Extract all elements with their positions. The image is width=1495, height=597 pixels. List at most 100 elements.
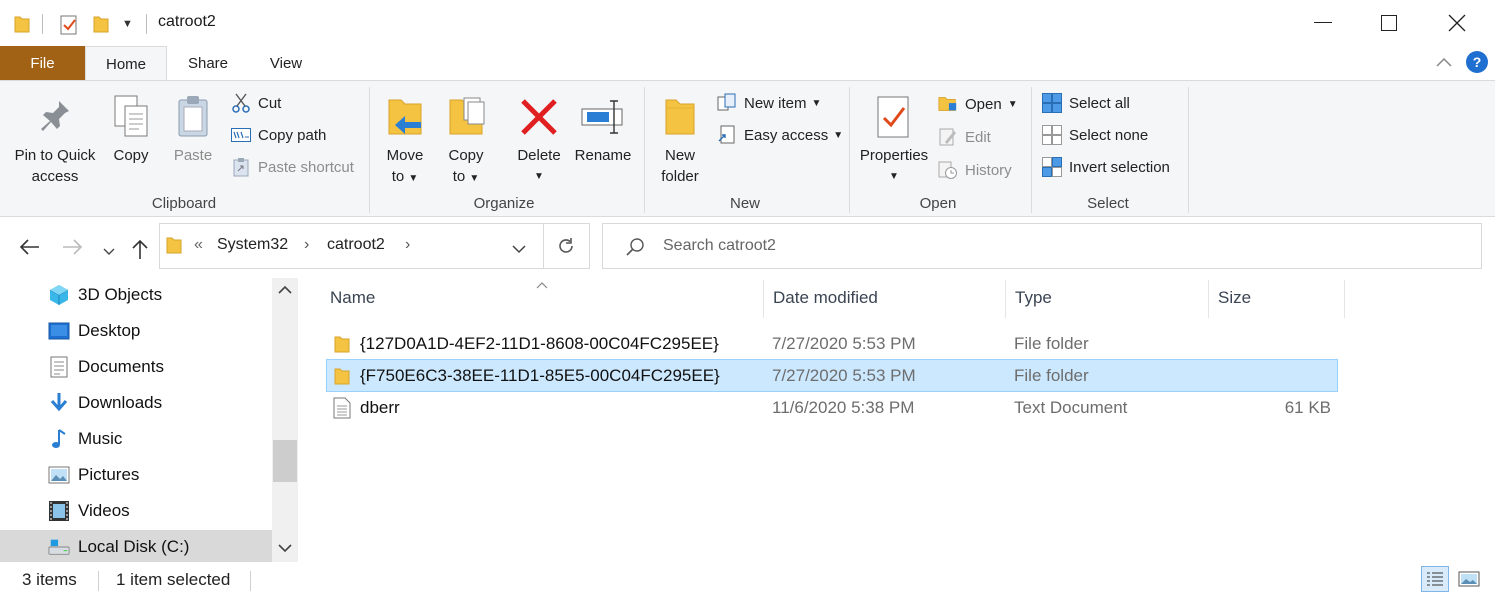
file-name: dberr — [360, 398, 400, 417]
column-header-date-modified[interactable]: Date modified — [773, 288, 878, 312]
ribbon-tabs: File Home Share View — [0, 46, 1495, 81]
paste-shortcut-icon — [231, 157, 251, 177]
scroll-up-icon[interactable] — [278, 284, 292, 298]
column-header-name[interactable]: Name — [330, 288, 375, 312]
breadcrumb-system32[interactable]: System32 — [217, 236, 288, 254]
nav-item-pictures[interactable]: Pictures — [48, 458, 139, 492]
desktop-icon — [48, 320, 70, 342]
file-list: Name Date modified Type Size {127D0A1D-4… — [300, 278, 1495, 562]
nav-item-desktop[interactable]: Desktop — [48, 314, 140, 348]
address-dropdown-icon[interactable] — [512, 241, 526, 258]
cut-button[interactable]: Cut — [231, 91, 281, 115]
tab-file[interactable]: File — [0, 46, 85, 80]
status-bar: 3 items 1 item selected — [0, 562, 1495, 597]
column-header-size[interactable]: Size — [1218, 288, 1251, 312]
edit-button[interactable]: Edit — [938, 125, 991, 149]
scissors-icon — [231, 93, 251, 113]
search-icon — [625, 237, 645, 261]
select-none-icon — [1042, 125, 1062, 145]
status-selection: 1 item selected — [116, 570, 231, 589]
breadcrumb-separator[interactable]: › — [304, 236, 309, 254]
address-bar[interactable]: « System32 › catroot2 › — [159, 223, 590, 269]
collapse-ribbon-icon[interactable] — [1436, 54, 1452, 70]
documents-icon — [48, 356, 70, 378]
large-icons-view-button[interactable] — [1455, 566, 1483, 592]
folder-icon — [334, 334, 350, 358]
history-button[interactable]: History — [938, 158, 1012, 182]
breadcrumb-separator-end[interactable]: › — [405, 236, 410, 254]
select-none-button[interactable]: Select none — [1042, 123, 1148, 147]
paste-shortcut-button[interactable]: Paste shortcut — [231, 155, 354, 179]
nav-item-music[interactable]: Music — [48, 422, 122, 456]
nav-item-downloads[interactable]: Downloads — [48, 386, 162, 420]
copy-button[interactable]: Copy — [108, 93, 154, 166]
delete-x-icon — [517, 93, 561, 141]
file-type: File folder — [1014, 366, 1089, 385]
tab-share[interactable]: Share — [167, 46, 249, 80]
pictures-icon — [48, 464, 70, 486]
nav-item-local-disk[interactable]: Local Disk (C:) — [0, 530, 272, 564]
file-date: 7/27/2020 5:53 PM — [772, 366, 916, 385]
recent-locations-icon[interactable] — [103, 240, 115, 263]
invert-selection-button[interactable]: Invert selection — [1042, 155, 1170, 179]
nav-item-3d-objects[interactable]: 3D Objects — [48, 278, 162, 312]
sort-ascending-icon — [536, 276, 548, 293]
scroll-down-icon[interactable] — [278, 542, 292, 556]
back-button[interactable] — [18, 238, 40, 262]
nav-item-documents[interactable]: Documents — [48, 350, 164, 384]
invert-selection-icon — [1042, 157, 1062, 177]
table-row[interactable]: {127D0A1D-4EF2-11D1-8608-00C04FC295EE} 7… — [326, 328, 1338, 360]
pin-to-quick-access-button[interactable]: Pin to Quick access — [10, 93, 100, 187]
select-all-button[interactable]: Select all — [1042, 91, 1130, 115]
forward-button[interactable] — [62, 238, 84, 262]
rename-button[interactable]: Rename — [573, 93, 633, 166]
details-view-button[interactable] — [1421, 566, 1449, 592]
title-bar: ▼ catroot2 — [0, 0, 1495, 46]
music-icon — [48, 428, 70, 450]
open-button[interactable]: Open ▼ — [938, 92, 1018, 116]
breadcrumb-overflow[interactable]: « — [194, 236, 203, 254]
edit-icon — [938, 127, 958, 147]
folder-icon — [166, 235, 182, 259]
properties-quick-icon[interactable] — [59, 12, 79, 36]
copy-icon — [109, 93, 153, 141]
minimize-button[interactable] — [1290, 0, 1356, 46]
help-icon[interactable]: ? — [1466, 51, 1488, 73]
table-row-selected[interactable]: {F750E6C3-38EE-11D1-85E5-00C04FC295EE} 7… — [326, 359, 1338, 392]
videos-icon — [48, 500, 70, 522]
copy-path-button[interactable]: Copy path — [231, 123, 326, 147]
scroll-thumb[interactable] — [273, 440, 297, 482]
breadcrumb-catroot2[interactable]: catroot2 — [327, 236, 385, 254]
maximize-button[interactable] — [1356, 0, 1422, 46]
easy-access-button[interactable]: Easy access ▼ — [717, 123, 843, 147]
tab-view[interactable]: View — [249, 46, 323, 80]
properties-button[interactable]: Properties ▼ — [856, 93, 932, 187]
table-row[interactable]: dberr 11/6/2020 5:38 PM Text Document 61… — [326, 392, 1338, 424]
nav-item-videos[interactable]: Videos — [48, 494, 130, 528]
search-box[interactable]: Search catroot2 — [602, 223, 1482, 269]
large-icons-view-icon — [1458, 571, 1480, 587]
search-input[interactable]: Search catroot2 — [663, 237, 776, 255]
close-button[interactable] — [1424, 0, 1490, 46]
customize-toolbar-dropdown-icon[interactable]: ▼ — [122, 12, 133, 36]
delete-button[interactable]: Delete ▼ — [514, 93, 564, 187]
new-folder-button[interactable]: New folder — [657, 93, 703, 187]
select-all-icon — [1042, 93, 1062, 113]
group-label-open: Open — [919, 195, 957, 212]
nav-pane-scrollbar[interactable] — [272, 278, 298, 562]
paste-button[interactable]: Paste — [170, 93, 216, 166]
new-item-button[interactable]: New item ▼ — [717, 91, 821, 115]
pin-icon — [33, 93, 77, 141]
drive-icon — [48, 536, 70, 558]
move-to-button[interactable]: Move to ▼ — [382, 93, 428, 189]
properties-icon — [872, 93, 916, 141]
status-item-count: 3 items — [22, 570, 77, 589]
tab-home[interactable]: Home — [85, 46, 167, 81]
file-type: File folder — [1014, 334, 1089, 353]
new-folder-quick-icon[interactable] — [93, 12, 109, 36]
copy-to-button[interactable]: Copy to ▼ — [443, 93, 489, 189]
column-header-type[interactable]: Type — [1015, 288, 1052, 312]
refresh-icon[interactable] — [556, 236, 576, 260]
group-label-new: New — [729, 195, 760, 212]
up-button[interactable] — [131, 238, 149, 266]
